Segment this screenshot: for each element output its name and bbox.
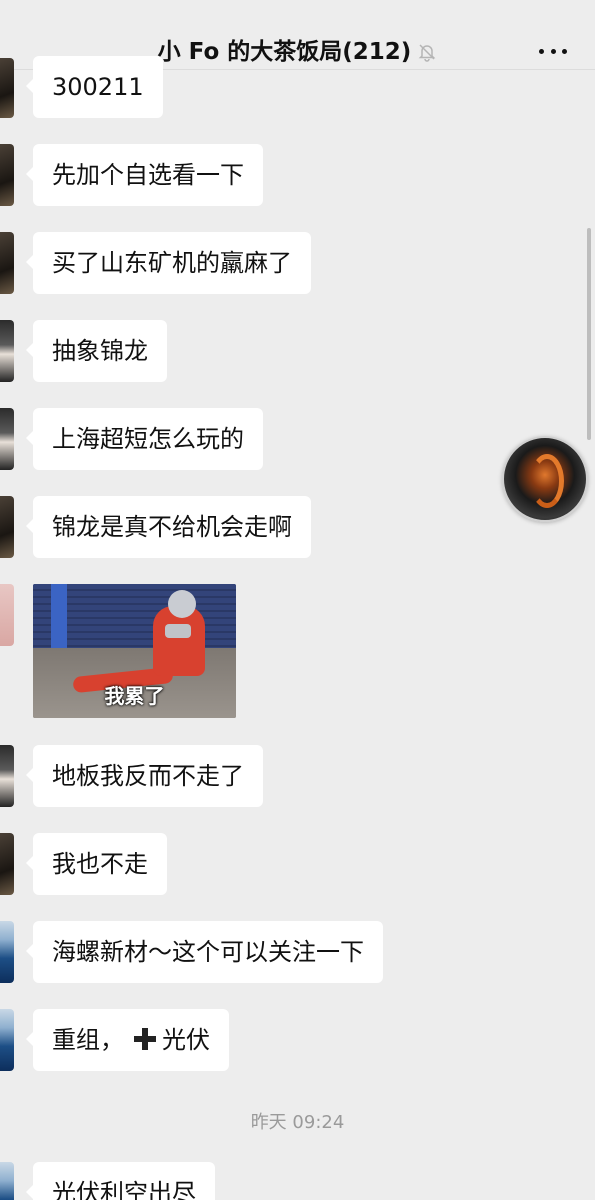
more-dot-icon [562, 48, 567, 54]
message-row: 抽象锦龙 [0, 320, 595, 382]
message-row: 300211 [0, 56, 595, 118]
message-bubble[interactable]: 买了山东矿机的羸麻了 [26, 232, 311, 294]
avatar[interactable] [0, 58, 14, 118]
floating-avatar[interactable] [502, 436, 588, 522]
scrollbar[interactable] [587, 228, 591, 440]
message-row: 买了山东矿机的羸麻了 [0, 232, 595, 294]
image-figure-shape [165, 624, 191, 638]
message-bubble[interactable]: 地板我反而不走了 [26, 745, 263, 807]
avatar[interactable] [0, 921, 14, 983]
avatar[interactable] [0, 833, 14, 895]
message-bubble[interactable]: 先加个自选看一下 [26, 144, 263, 206]
image-message[interactable]: 我累了 [33, 584, 236, 718]
message-bubble[interactable]: 上海超短怎么玩的 [26, 408, 263, 470]
avatar[interactable] [0, 496, 14, 558]
avatar[interactable] [0, 144, 14, 206]
message-row: 地板我反而不走了 [0, 745, 595, 807]
avatar[interactable] [0, 1009, 14, 1071]
message-text: 光伏 [162, 1026, 210, 1054]
swirl-logo-icon [530, 454, 564, 508]
more-dot-icon [539, 48, 544, 54]
avatar[interactable] [0, 408, 14, 470]
plus-icon [134, 1028, 156, 1050]
message-bubble[interactable]: 光伏利空出尽 [26, 1162, 215, 1200]
message-bubble[interactable]: 重组， 光伏 [26, 1009, 229, 1071]
message-bubble[interactable]: 我也不走 [26, 833, 167, 895]
message-row: 海螺新材～这个可以关注一下 [0, 921, 595, 983]
avatar[interactable] [0, 584, 14, 646]
more-dot-icon [550, 48, 556, 54]
image-caption: 我累了 [104, 684, 165, 708]
image-pillar-shape [51, 584, 67, 650]
message-row: 先加个自选看一下 [0, 144, 595, 206]
message-bubble[interactable]: 锦龙是真不给机会走啊 [26, 496, 311, 558]
message-bubble[interactable]: 抽象锦龙 [26, 320, 167, 382]
avatar[interactable] [0, 1162, 14, 1200]
image-figure-shape [168, 590, 196, 618]
message-row: 锦龙是真不给机会走啊 [0, 496, 595, 558]
message-bubble[interactable]: 300211 [26, 56, 163, 118]
message-text: 重组， [52, 1026, 124, 1054]
avatar[interactable] [0, 745, 14, 807]
message-bubble[interactable]: 海螺新材～这个可以关注一下 [26, 921, 383, 983]
timestamp: 昨天 09:24 [250, 1112, 345, 1133]
message-row: 光伏利空出尽 [0, 1162, 595, 1200]
avatar[interactable] [0, 320, 14, 382]
avatar[interactable] [0, 232, 14, 294]
message-row: 我也不走 [0, 833, 595, 895]
message-row: 重组， 光伏 [0, 1009, 595, 1071]
